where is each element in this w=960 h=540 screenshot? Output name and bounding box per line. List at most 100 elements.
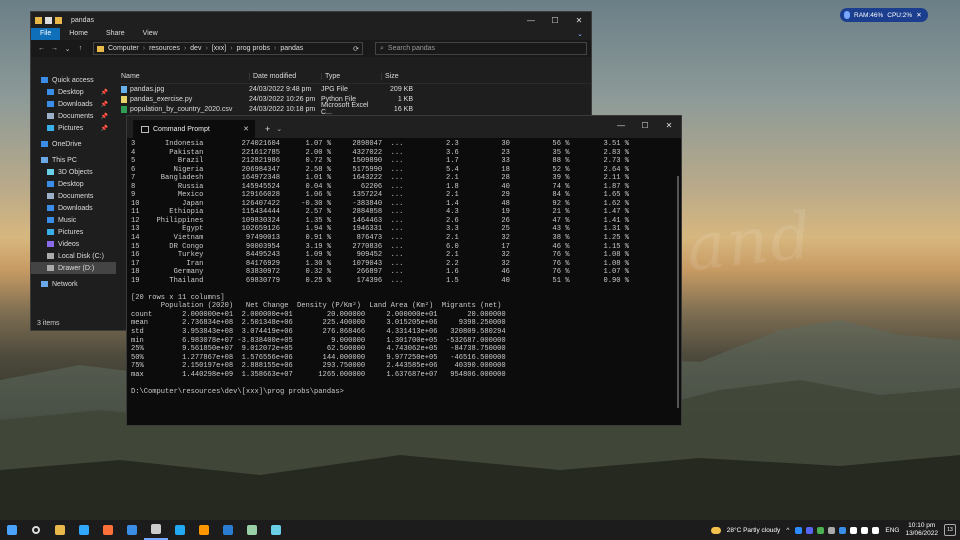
search-input[interactable]: ⌕ Search pandas	[375, 42, 587, 55]
breadcrumb-item[interactable]: resources	[149, 45, 180, 52]
breadcrumb-item[interactable]: prog probs	[237, 45, 270, 52]
close-button[interactable]: ✕	[657, 121, 681, 130]
terminal-icon[interactable]	[144, 520, 168, 540]
microphone-icon	[844, 11, 850, 19]
language-indicator[interactable]: ENG	[885, 527, 899, 534]
sublime-icon[interactable]	[192, 520, 216, 540]
tab-view[interactable]: View	[134, 28, 167, 40]
maximize-button[interactable]: ☐	[633, 121, 657, 130]
terminal-line: 25% 9.561850e+07 9.012072e+05 62.500000 …	[131, 345, 506, 354]
tab-file[interactable]: File	[31, 28, 61, 40]
local-disk-c-icon	[47, 253, 54, 259]
recent-locations-button[interactable]: ⌄	[63, 45, 72, 53]
file-name-text: pandas.jpg	[130, 85, 165, 93]
windows-start-icon[interactable]	[0, 520, 24, 540]
new-tab-button[interactable]: +	[265, 124, 270, 134]
new-folder-icon[interactable]	[55, 16, 62, 24]
column-type[interactable]: Type	[321, 73, 381, 80]
security-tray-icon[interactable]	[817, 526, 825, 534]
navigation-pane: Quick access Desktop 📌 Downloads 📌 Documents 📌…	[31, 70, 116, 316]
word-icon[interactable]	[216, 520, 240, 540]
address-bar[interactable]: Computer › resources › dev › [xxx] › pro…	[93, 42, 363, 55]
breadcrumb-item[interactable]: [xxx]	[212, 45, 226, 52]
file-row[interactable]: population_by_country_2020.csv 24/03/2022…	[119, 102, 591, 116]
sidebar-item-quick-access[interactable]: Quick access	[31, 74, 116, 86]
sidebar-item-desktop[interactable]: Desktop 📌	[31, 86, 116, 98]
sidebar-item-desktop[interactable]: Desktop	[31, 178, 116, 190]
vscode-icon[interactable]	[168, 520, 192, 540]
breadcrumb-item[interactable]: dev	[190, 45, 201, 52]
clock-date: 13/06/2022	[905, 530, 938, 537]
terminal-line: 18 Germany 83830972 0.32 % 266897 ... 1.…	[131, 268, 630, 277]
firefox-icon[interactable]	[96, 520, 120, 540]
close-tab-button[interactable]: ✕	[243, 125, 249, 133]
onedrive-icon	[41, 141, 48, 147]
scrollbar[interactable]	[677, 176, 679, 408]
resource-monitor-widget[interactable]: RAM:46% CPU:2% ✕	[840, 8, 928, 22]
file-explorer-icon[interactable]	[48, 520, 72, 540]
breadcrumb-item[interactable]: Computer	[108, 45, 139, 52]
expand-ribbon-icon[interactable]: ⌄	[577, 30, 583, 38]
sidebar-item-documents[interactable]: Documents 📌	[31, 110, 116, 122]
terminal-line: 3 Indonesia 274021604 1.07 % 2898047 ...…	[131, 140, 630, 148]
sidebar-item-videos[interactable]: Videos	[31, 238, 116, 250]
column-size[interactable]: Size	[381, 73, 417, 80]
sidebar-item-local-disk-c[interactable]: Local Disk (C:)	[31, 250, 116, 262]
sidebar-item-onedrive[interactable]: OneDrive	[31, 138, 116, 150]
close-widget-icon[interactable]: ✕	[916, 11, 921, 19]
weather-text[interactable]: 28°C Partly cloudy	[727, 527, 781, 534]
minimize-button[interactable]: —	[609, 121, 633, 130]
sidebar-item-documents[interactable]: Documents	[31, 190, 116, 202]
dropbox-tray-icon[interactable]	[839, 526, 847, 534]
forward-button[interactable]: →	[50, 45, 59, 52]
properties-icon[interactable]	[45, 16, 52, 24]
photoshop-icon[interactable]	[72, 520, 96, 540]
app-tray-icon[interactable]	[828, 526, 836, 534]
search-icon[interactable]	[24, 520, 48, 540]
firefox-developer-icon[interactable]	[120, 520, 144, 540]
volume-tray-icon[interactable]	[872, 526, 880, 534]
tab-share[interactable]: Share	[97, 28, 134, 40]
sidebar-item-pictures[interactable]: Pictures 📌	[31, 122, 116, 134]
tray-overflow-icon[interactable]: ^	[786, 527, 789, 534]
sidebar-item-downloads[interactable]: Downloads 📌	[31, 98, 116, 110]
close-button[interactable]: ✕	[567, 16, 591, 25]
sidebar-item-this-pc[interactable]: This PC	[31, 154, 116, 166]
profile-dropdown-icon[interactable]: ⌄	[276, 125, 282, 133]
explorer-titlebar: pandas — ☐ ✕	[31, 12, 591, 28]
sidebar-item-downloads[interactable]: Downloads	[31, 202, 116, 214]
sidebar-item-music[interactable]: Music	[31, 214, 116, 226]
clock[interactable]: 10:10 pm 13/06/2022	[905, 522, 938, 538]
minimize-button[interactable]: —	[519, 16, 543, 25]
column-name[interactable]: Name	[119, 73, 249, 80]
terminal-line: 7 Bangladesh 164972348 1.01 % 1643222 ..…	[131, 174, 630, 183]
weather-icon[interactable]	[710, 526, 721, 534]
notepad-icon[interactable]	[264, 520, 288, 540]
discord-tray-icon[interactable]	[806, 526, 814, 534]
tab-command-prompt[interactable]: Command Prompt ✕	[133, 120, 255, 138]
taskbar: 28°C Partly cloudy ^ ENG 10:10 pm 13/06/…	[0, 520, 960, 540]
sidebar-item-drawer-d[interactable]: Drawer (D:)	[31, 262, 116, 274]
drawer-d-icon	[47, 265, 54, 271]
settings-app-icon[interactable]	[240, 520, 264, 540]
tab-home[interactable]: Home	[60, 28, 97, 40]
terminal-output[interactable]: 3 Indonesia 274021604 1.07 % 2898047 ...…	[127, 138, 681, 398]
up-button[interactable]: ↑	[76, 45, 85, 52]
refresh-icon[interactable]: ⟳	[353, 45, 359, 53]
sidebar-item-pictures[interactable]: Pictures	[31, 226, 116, 238]
column-date-modified[interactable]: Date modified	[249, 73, 321, 80]
wifi-tray-icon[interactable]	[861, 526, 869, 534]
maximize-button[interactable]: ☐	[543, 16, 567, 25]
onedrive-tray-icon[interactable]	[850, 526, 858, 534]
sidebar-item-network[interactable]: Network	[31, 278, 116, 290]
terminal-line: max 1.440298e+09 1.358663e+07 1265.00000…	[131, 370, 506, 379]
notification-center-button[interactable]: 13	[944, 524, 956, 536]
back-button[interactable]: ←	[37, 45, 46, 52]
file-name: population_by_country_2020.csv	[119, 105, 249, 113]
breadcrumb-item[interactable]: pandas	[280, 45, 303, 52]
sidebar-item-3d-objects[interactable]: 3D Objects	[31, 166, 116, 178]
zoom-tray-icon[interactable]	[795, 526, 803, 534]
file-row[interactable]: pandas.jpg 24/03/2022 9:48 pm JPG File 209 …	[119, 84, 591, 94]
file-date: 24/03/2022 10:26 pm	[249, 95, 316, 103]
